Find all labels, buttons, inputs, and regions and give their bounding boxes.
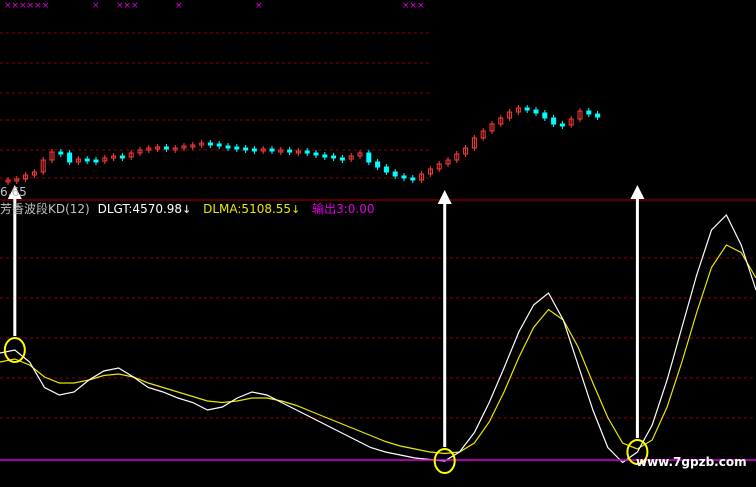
candle-body: [410, 177, 416, 181]
top-marker: ×: [175, 1, 183, 11]
candle-body: [207, 142, 213, 146]
signal-arrow-head-icon: [437, 190, 452, 204]
site-watermark: www.7gpzb.com: [636, 455, 747, 469]
candle-body: [524, 107, 530, 111]
candle-body: [586, 110, 592, 115]
top-marker: ×××: [116, 1, 139, 11]
candle-body: [163, 146, 169, 150]
dlgt-down-arrow-icon: ↓: [182, 203, 192, 216]
candle-body: [533, 109, 539, 114]
candle-body: [375, 161, 381, 168]
top-marker: ××××××: [4, 1, 49, 11]
dlgt-value: DLGT:4570.98↓: [98, 202, 192, 216]
candle-body: [383, 166, 389, 173]
price-axis-label: 6.65: [0, 185, 27, 199]
candle-body: [339, 157, 345, 161]
candle-body: [392, 171, 398, 177]
candle-body: [559, 123, 565, 127]
candle-body: [119, 155, 125, 159]
candle-body: [93, 159, 99, 163]
candle-body: [234, 146, 240, 150]
candle-body: [67, 152, 73, 163]
dlgt-line: [0, 213, 756, 464]
dlma-down-arrow-icon: ↓: [291, 203, 301, 216]
candle-body: [225, 145, 231, 149]
candle-body: [58, 151, 64, 155]
indicator-legend: 芳香波段KD(12) DLGT:4570.98↓ DLMA:5108.55↓ 输…: [0, 202, 375, 217]
candle-body: [401, 175, 407, 179]
candle-body: [287, 149, 293, 153]
dlma-label: DLMA:5108.55: [203, 202, 292, 216]
signal-arrow-head-icon: [630, 185, 645, 199]
dlgt-label: DLGT:4570.98: [97, 202, 183, 216]
candle-body: [595, 113, 601, 118]
indicator-name: 芳香波段KD(12): [0, 202, 90, 216]
top-marker: ×××: [402, 1, 425, 11]
candle-body: [269, 148, 275, 152]
output-value: 输出3:0.00: [312, 202, 375, 216]
candle-body: [331, 155, 337, 159]
top-marker: ×: [255, 1, 263, 11]
candle-body: [313, 152, 319, 156]
candle-body: [243, 147, 249, 151]
dlma-value: DLMA:5108.55↓: [203, 202, 300, 216]
candle-body: [542, 112, 548, 119]
top-marker: ×: [92, 1, 100, 11]
candle-body: [366, 152, 372, 163]
candle-body: [84, 158, 90, 162]
chart-window: ×××××× × ××× × × ××× 6.65 芳香波段KD(12) DLGT:457…: [0, 0, 756, 487]
candle-body: [551, 117, 557, 125]
candle-body: [216, 143, 222, 147]
candle-body: [251, 148, 257, 152]
candle-body: [322, 154, 328, 158]
chart-canvas[interactable]: ×××××× × ××× × × ×××: [0, 0, 756, 487]
candle-body: [304, 150, 310, 154]
dlma-line: [0, 244, 756, 455]
